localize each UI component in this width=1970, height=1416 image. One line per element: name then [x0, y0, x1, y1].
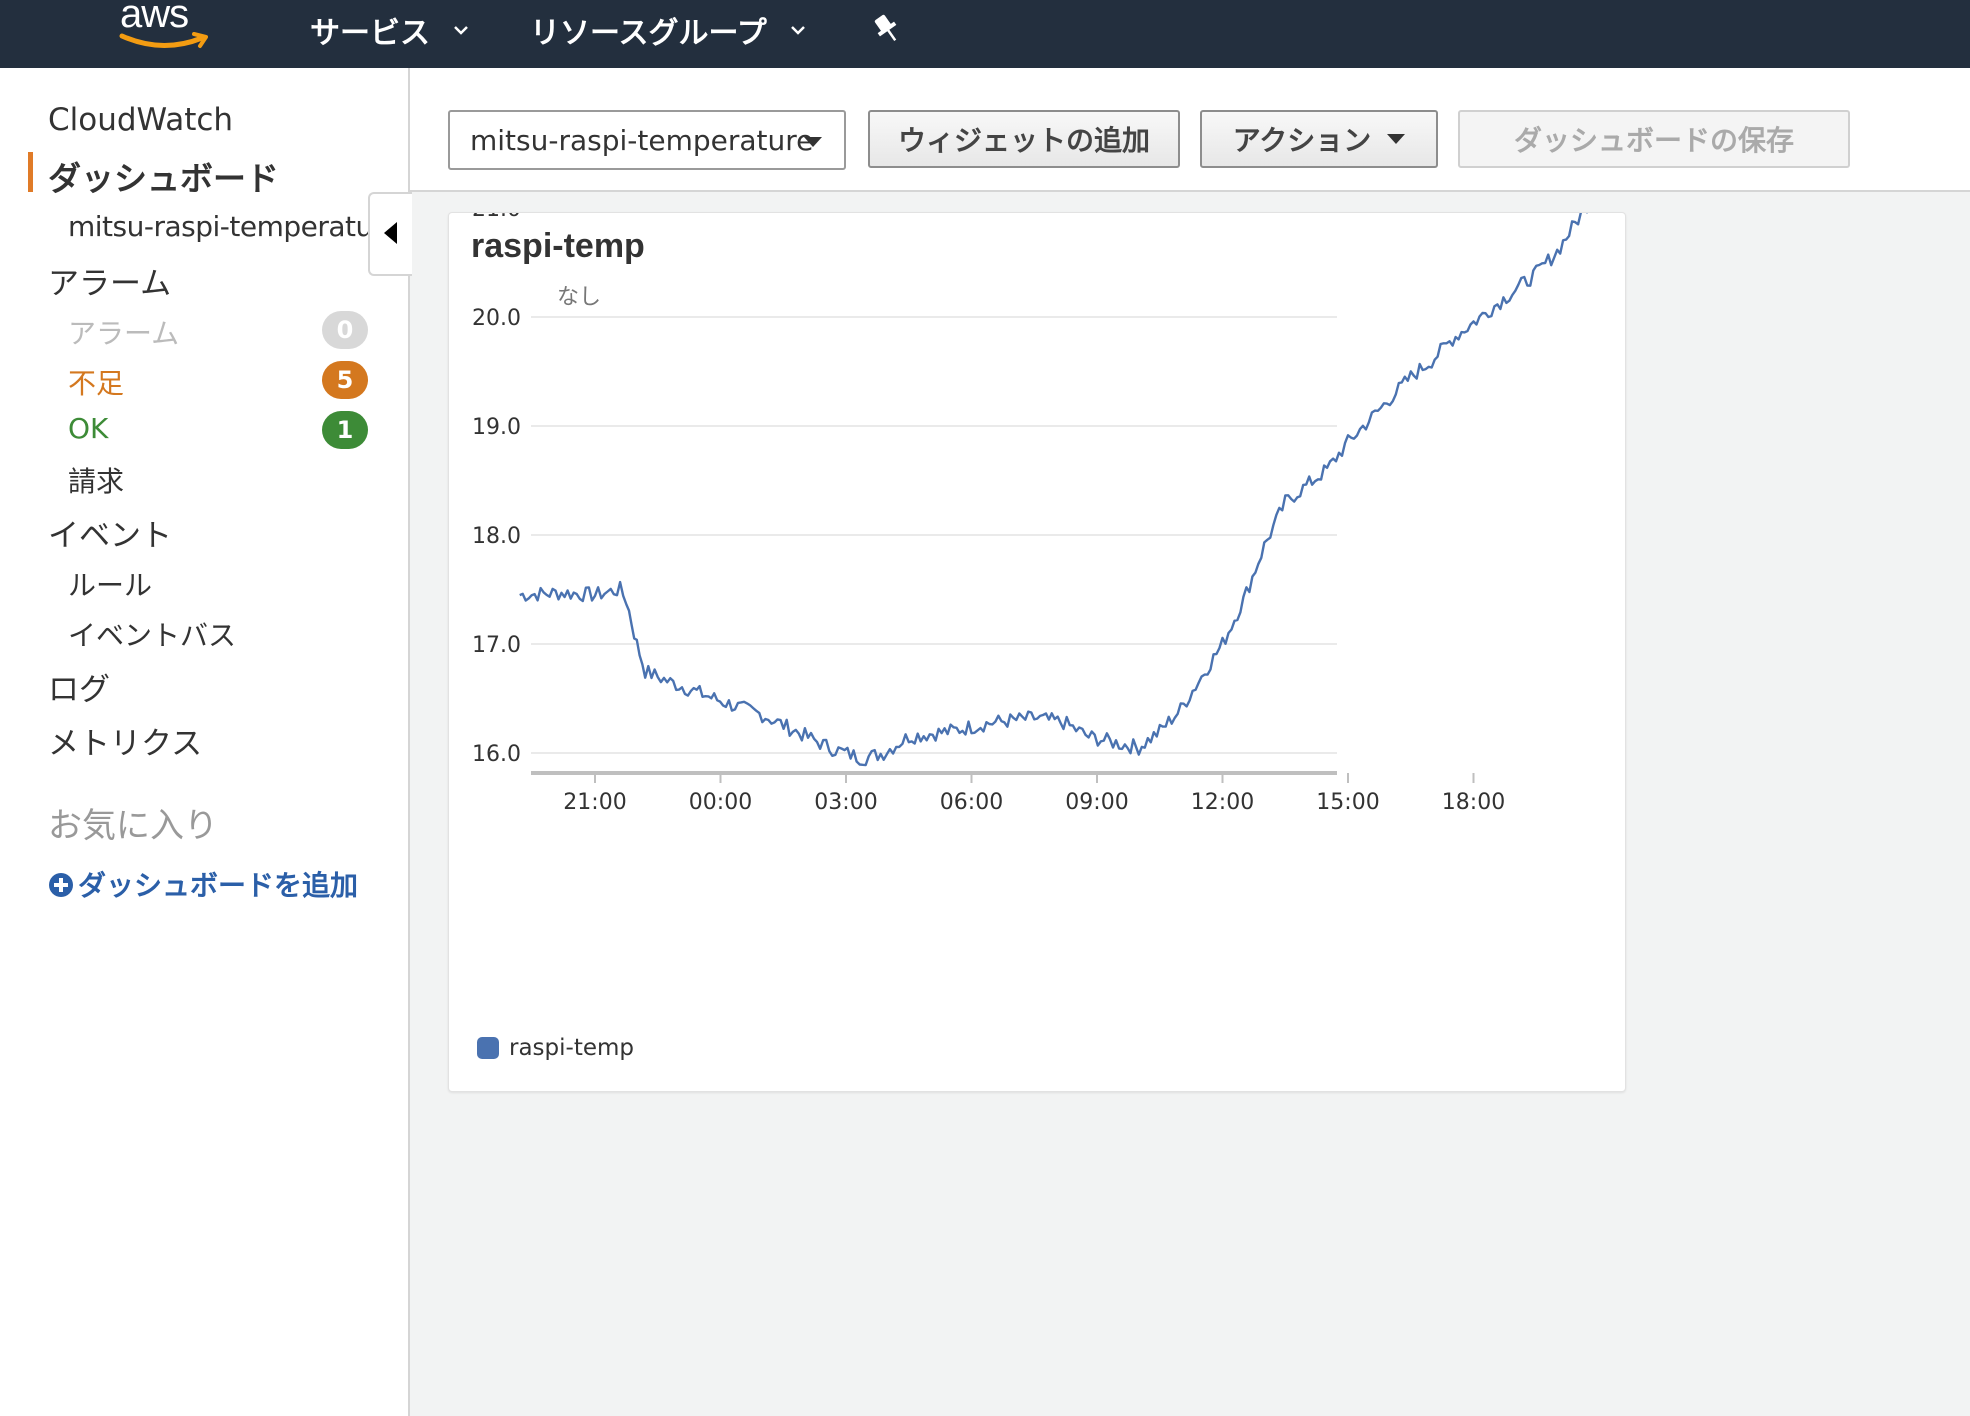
dropdown-caret-icon [804, 137, 822, 147]
insufficient-count-badge: 5 [322, 361, 368, 399]
line-chart: 16.0 17.0 18.0 19.0 20.0 21.0 21:00 00:00 03:00 0… [472, 213, 1588, 815]
y-tick-label: 17.0 [472, 633, 521, 658]
sidebar-item-events[interactable]: イベント [48, 510, 172, 555]
sidebar-item-alarm-state[interactable]: アラーム [68, 312, 179, 352]
alarm-count-badge: 0 [322, 311, 368, 349]
chevron-down-icon [454, 26, 468, 35]
add-dashboard-label: ダッシュボードを追加 [78, 869, 359, 902]
resource-groups-menu[interactable]: リソースグループ [530, 8, 807, 52]
actions-label: アクション [1232, 124, 1372, 157]
add-widget-button[interactable]: ウィジェットの追加 [868, 110, 1180, 168]
x-tick-label: 12:00 [1191, 790, 1254, 815]
top-navigation-bar: aws サービス リソースグループ [0, 0, 1970, 68]
sidebar-item-dashboard-mitsu[interactable]: mitsu-raspi-temperature [68, 210, 400, 243]
legend-swatch [477, 1037, 499, 1059]
x-tick-label: 03:00 [814, 790, 877, 815]
aws-logo[interactable]: aws [112, 0, 212, 58]
chevron-down-icon [790, 26, 805, 35]
plus-circle-icon [49, 873, 73, 897]
dropdown-caret-icon [1387, 134, 1406, 144]
x-tick-label: 06:00 [940, 790, 1003, 815]
y-tick-label: 18.0 [472, 524, 521, 549]
dashboard-selector-value: mitsu-raspi-temperature [470, 123, 814, 157]
collapse-left-icon [384, 222, 397, 244]
save-dashboard-label: ダッシュボードの保存 [1513, 124, 1794, 157]
save-dashboard-button[interactable]: ダッシュボードの保存 [1458, 110, 1850, 168]
collapse-sidebar-button[interactable] [368, 192, 412, 276]
sidebar-title-cloudwatch[interactable]: CloudWatch [48, 102, 233, 138]
aws-smile-icon [119, 32, 208, 48]
chart-legend[interactable]: raspi-temp [477, 1035, 634, 1061]
services-label: サービス [310, 16, 430, 51]
y-tick-label: 20.0 [472, 306, 521, 331]
x-tick-label: 21:00 [563, 790, 626, 815]
favorites-heading: お気に入り [48, 806, 218, 846]
x-tick-label: 15:00 [1316, 790, 1379, 815]
sidebar-item-dashboards[interactable]: ダッシュボード [48, 152, 279, 200]
legend-label: raspi-temp [509, 1035, 634, 1061]
pin-icon[interactable] [872, 12, 902, 46]
services-menu[interactable]: サービス [310, 8, 470, 52]
sidebar-item-ok[interactable]: OK [68, 412, 108, 445]
y-tick-label: 16.0 [472, 742, 521, 767]
sidebar-item-event-bus[interactable]: イベントバス [68, 614, 236, 654]
sidebar-item-alarms[interactable]: アラーム [48, 258, 171, 303]
sidebar-item-metrics[interactable]: メトリクス [48, 718, 202, 763]
add-dashboard-link[interactable]: ダッシュボードを追加 [48, 864, 358, 904]
y-tick-label: 21.0 [472, 213, 521, 222]
x-tick-label: 00:00 [689, 790, 752, 815]
ok-count-badge: 1 [322, 411, 368, 449]
metric-widget[interactable]: raspi-temp なし 16.017.018.019.020.021.021… [448, 212, 1626, 1092]
sidebar-item-logs[interactable]: ログ [48, 664, 110, 709]
sidebar-item-rules[interactable]: ルール [68, 564, 152, 604]
x-tick-label: 09:00 [1065, 790, 1128, 815]
sidebar-item-billing[interactable]: 請求 [68, 460, 124, 500]
series-line-raspi-temp [519, 213, 1588, 767]
add-widget-label: ウィジェットの追加 [897, 124, 1150, 157]
active-indicator [28, 152, 33, 192]
sidebar-item-insufficient[interactable]: 不足 [68, 362, 124, 402]
y-tick-label: 19.0 [472, 415, 521, 440]
dashboard-selector[interactable]: mitsu-raspi-temperature [448, 110, 846, 170]
actions-button[interactable]: アクション [1200, 110, 1438, 168]
resource-groups-label: リソースグループ [530, 16, 767, 51]
x-tick-label: 18:00 [1442, 790, 1505, 815]
